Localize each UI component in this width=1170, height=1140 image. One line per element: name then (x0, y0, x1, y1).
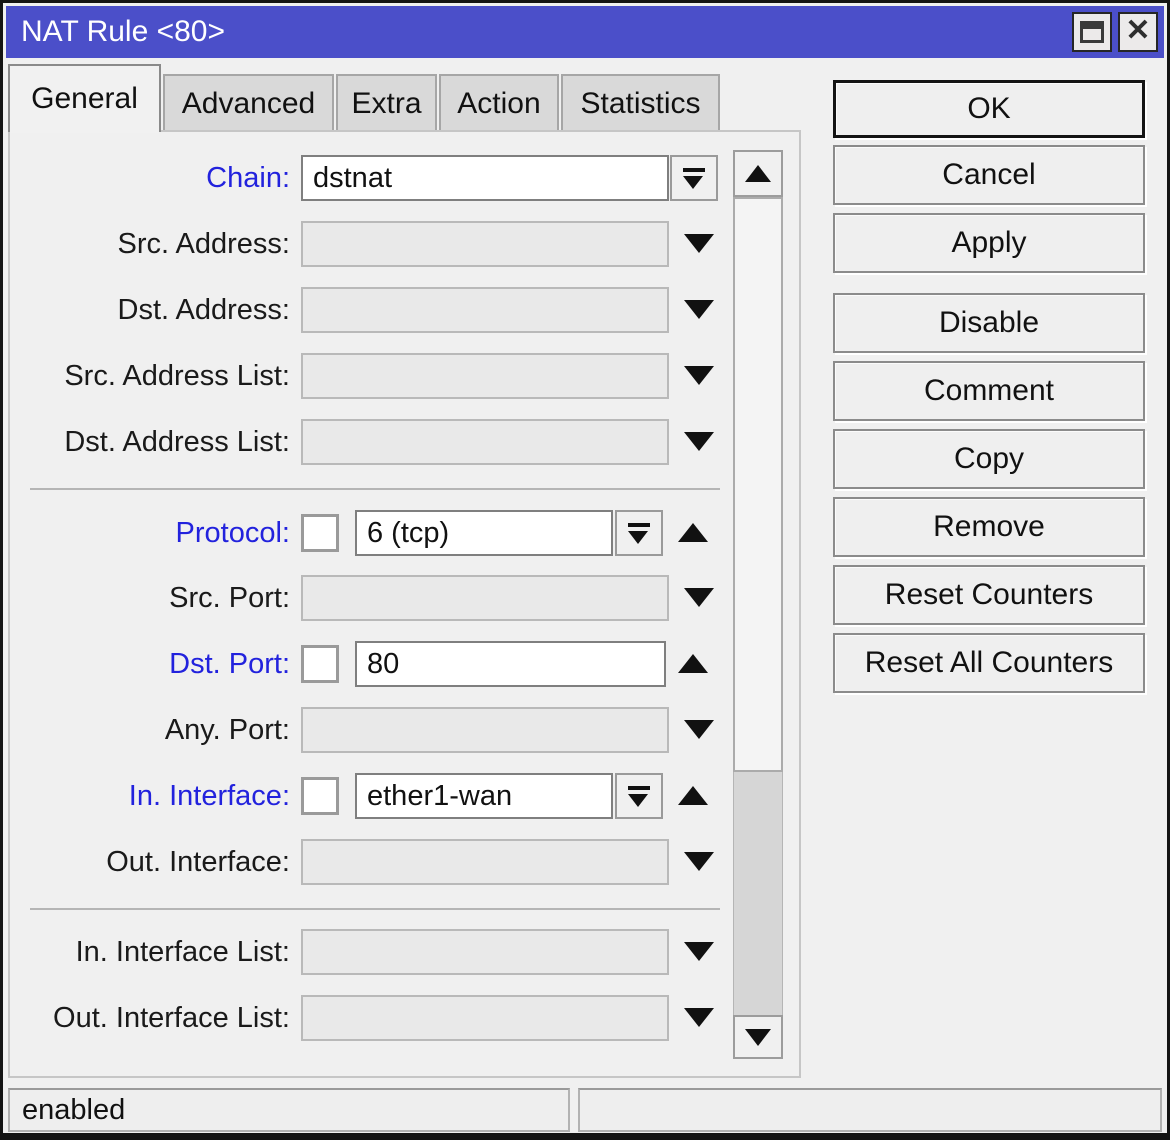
src-address-list-label: Src. Address List: (0, 353, 290, 399)
maximize-icon (1080, 21, 1104, 43)
protocol-label: Protocol: (0, 510, 290, 556)
chain-label: Chain: (0, 155, 290, 201)
in-interface-negate-checkbox[interactable] (301, 777, 339, 815)
close-icon: ✕ (1125, 16, 1150, 46)
button-label: Reset Counters (885, 578, 1093, 612)
expand-down-icon[interactable] (684, 942, 714, 961)
expand-down-icon[interactable] (684, 366, 714, 385)
src-port-field[interactable] (301, 575, 669, 621)
in-interface-list-field[interactable] (301, 929, 669, 975)
button-label: Remove (933, 510, 1045, 544)
chain-dropdown-button[interactable] (670, 155, 718, 201)
button-label: Comment (924, 374, 1054, 408)
status-bar-secondary (578, 1088, 1162, 1132)
apply-button[interactable]: Apply (833, 213, 1145, 273)
nat-rule-dialog: NAT Rule <80> ✕ Advanced Extra Action St… (0, 0, 1170, 1140)
dropdown-icon (628, 523, 650, 544)
expand-down-icon[interactable] (684, 1008, 714, 1027)
protocol-negate-checkbox[interactable] (301, 514, 339, 552)
out-interface-label: Out. Interface: (0, 839, 290, 885)
expand-up-icon[interactable] (678, 654, 708, 673)
expand-up-icon[interactable] (678, 523, 708, 542)
window-border (0, 1133, 1170, 1140)
in-interface-label: In. Interface: (0, 773, 290, 819)
dropdown-icon (683, 168, 705, 189)
close-button[interactable]: ✕ (1118, 12, 1158, 52)
out-interface-list-label: Out. Interface List: (0, 995, 290, 1041)
ok-button[interactable]: OK (833, 80, 1145, 138)
scroll-up-icon (745, 165, 771, 182)
out-interface-field[interactable] (301, 839, 669, 885)
dst-address-list-label: Dst. Address List: (0, 419, 290, 465)
expand-down-icon[interactable] (684, 852, 714, 871)
button-label: Apply (951, 226, 1026, 260)
dropdown-icon (628, 786, 650, 807)
protocol-input[interactable] (355, 510, 613, 556)
in-interface-dropdown-button[interactable] (615, 773, 663, 819)
expand-down-icon[interactable] (684, 588, 714, 607)
reset-counters-button[interactable]: Reset Counters (833, 565, 1145, 625)
chain-input[interactable] (301, 155, 669, 201)
src-address-label: Src. Address: (0, 221, 290, 267)
any-port-label: Any. Port: (0, 707, 290, 753)
tab-label: Statistics (580, 87, 700, 121)
disable-button[interactable]: Disable (833, 293, 1145, 353)
tab-label: General (31, 82, 138, 116)
scrollbar-track[interactable] (733, 772, 783, 1015)
scrollbar-thumb[interactable] (733, 197, 783, 772)
tab-advanced[interactable]: Advanced (163, 74, 334, 131)
window-title: NAT Rule <80> (21, 15, 225, 49)
cancel-button[interactable]: Cancel (833, 145, 1145, 205)
dst-port-input[interactable] (355, 641, 666, 687)
expand-down-icon[interactable] (684, 234, 714, 253)
tab-label: Extra (351, 87, 421, 121)
scroll-up-button[interactable] (733, 150, 783, 197)
button-label: Cancel (942, 158, 1035, 192)
maximize-button[interactable] (1072, 12, 1112, 52)
in-interface-list-label: In. Interface List: (0, 929, 290, 975)
copy-button[interactable]: Copy (833, 429, 1145, 489)
dst-address-label: Dst. Address: (0, 287, 290, 333)
dst-port-label: Dst. Port: (0, 641, 290, 687)
rule-state-text: enabled (22, 1094, 125, 1127)
expand-down-icon[interactable] (684, 720, 714, 739)
status-bar-state: enabled (8, 1088, 570, 1132)
reset-all-counters-button[interactable]: Reset All Counters (833, 633, 1145, 693)
tab-panel-join (10, 130, 159, 133)
tab-label: Action (457, 87, 540, 121)
tab-general[interactable]: General (8, 64, 161, 132)
titlebar[interactable]: NAT Rule <80> ✕ (6, 6, 1164, 58)
separator (30, 488, 720, 490)
dst-address-list-field[interactable] (301, 419, 669, 465)
tab-action[interactable]: Action (439, 74, 559, 131)
any-port-field[interactable] (301, 707, 669, 753)
expand-down-icon[interactable] (684, 432, 714, 451)
expand-up-icon[interactable] (678, 786, 708, 805)
button-label: OK (967, 92, 1010, 126)
dst-address-field[interactable] (301, 287, 669, 333)
scroll-down-button[interactable] (733, 1015, 783, 1059)
comment-button[interactable]: Comment (833, 361, 1145, 421)
protocol-dropdown-button[interactable] (615, 510, 663, 556)
out-interface-list-field[interactable] (301, 995, 669, 1041)
expand-down-icon[interactable] (684, 300, 714, 319)
remove-button[interactable]: Remove (833, 497, 1145, 557)
src-address-list-field[interactable] (301, 353, 669, 399)
in-interface-input[interactable] (355, 773, 613, 819)
tab-statistics[interactable]: Statistics (561, 74, 720, 131)
button-label: Copy (954, 442, 1024, 476)
separator (30, 908, 720, 910)
src-address-field[interactable] (301, 221, 669, 267)
button-label: Disable (939, 306, 1039, 340)
tab-label: Advanced (182, 87, 315, 121)
scroll-down-icon (745, 1029, 771, 1046)
tab-extra[interactable]: Extra (336, 74, 437, 131)
button-label: Reset All Counters (865, 646, 1113, 680)
dst-port-negate-checkbox[interactable] (301, 645, 339, 683)
src-port-label: Src. Port: (0, 575, 290, 621)
